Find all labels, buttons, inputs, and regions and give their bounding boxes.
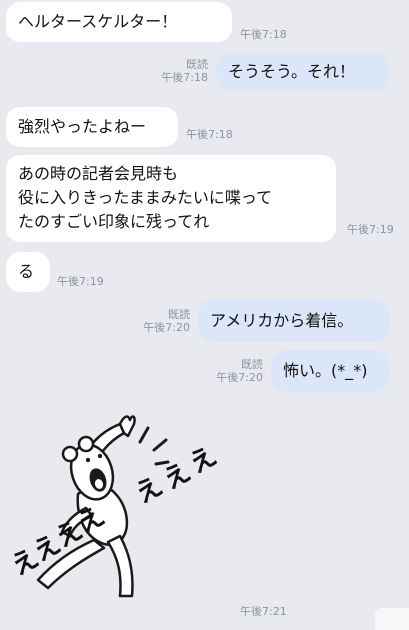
message-time: 午後7:20 xyxy=(143,321,190,334)
message-time: 午後7:18 xyxy=(161,71,208,84)
message-time: 午後7:18 xyxy=(186,128,233,141)
message-meta: 既読 午後7:20 xyxy=(205,358,263,384)
read-receipt: 既読 xyxy=(186,58,208,71)
message-text: ヘルタースケルター！ xyxy=(18,12,178,31)
message-text: 強烈やったよねー xyxy=(18,117,147,136)
message-line: 役に入りきったままみたいに喋って xyxy=(18,188,273,207)
message-line: たのすごい印象に残ってれ xyxy=(18,212,210,231)
message-time: 午後7:19 xyxy=(347,223,394,236)
message-time: 午後7:21 xyxy=(240,605,287,618)
outgoing-message[interactable]: 怖い。(*_*) xyxy=(271,350,389,392)
incoming-message[interactable]: あの時の記者会見時も 役に入りきったままみたいに喋って たのすごい印象に残ってれ xyxy=(6,155,336,242)
read-receipt: 既読 xyxy=(241,358,263,371)
message-time: 午後7:19 xyxy=(57,275,104,288)
incoming-message[interactable]: ヘルタースケルター！ xyxy=(6,2,232,42)
message-meta: 既読 午後7:18 xyxy=(150,58,208,84)
incoming-message[interactable]: る xyxy=(6,252,50,292)
chat-screen: { "messages": [ {"side": "in", "text": "… xyxy=(0,0,409,630)
outgoing-message[interactable]: そうそう。それ！ xyxy=(216,53,389,91)
scroll-down-button[interactable] xyxy=(375,608,409,630)
read-receipt: 既読 xyxy=(168,308,190,321)
shouting-bear-sticker[interactable]: え え え え え え え xyxy=(7,398,226,613)
message-time: 午後7:20 xyxy=(216,371,263,384)
outgoing-message[interactable]: アメリカから着信。 xyxy=(198,300,389,342)
incoming-message[interactable]: 強烈やったよねー xyxy=(6,107,178,147)
message-text: る xyxy=(18,262,35,281)
message-time: 午後7:18 xyxy=(240,28,287,41)
message-meta: 既読 午後7:20 xyxy=(132,308,190,334)
message-text: そうそう。それ！ xyxy=(228,62,356,81)
bear-sticker-image: え え え え え え え xyxy=(7,415,222,598)
message-line: あの時の記者会見時も xyxy=(18,164,179,183)
message-text: 怖い。(*_*) xyxy=(283,361,368,380)
message-text: アメリカから着信。 xyxy=(210,311,354,330)
